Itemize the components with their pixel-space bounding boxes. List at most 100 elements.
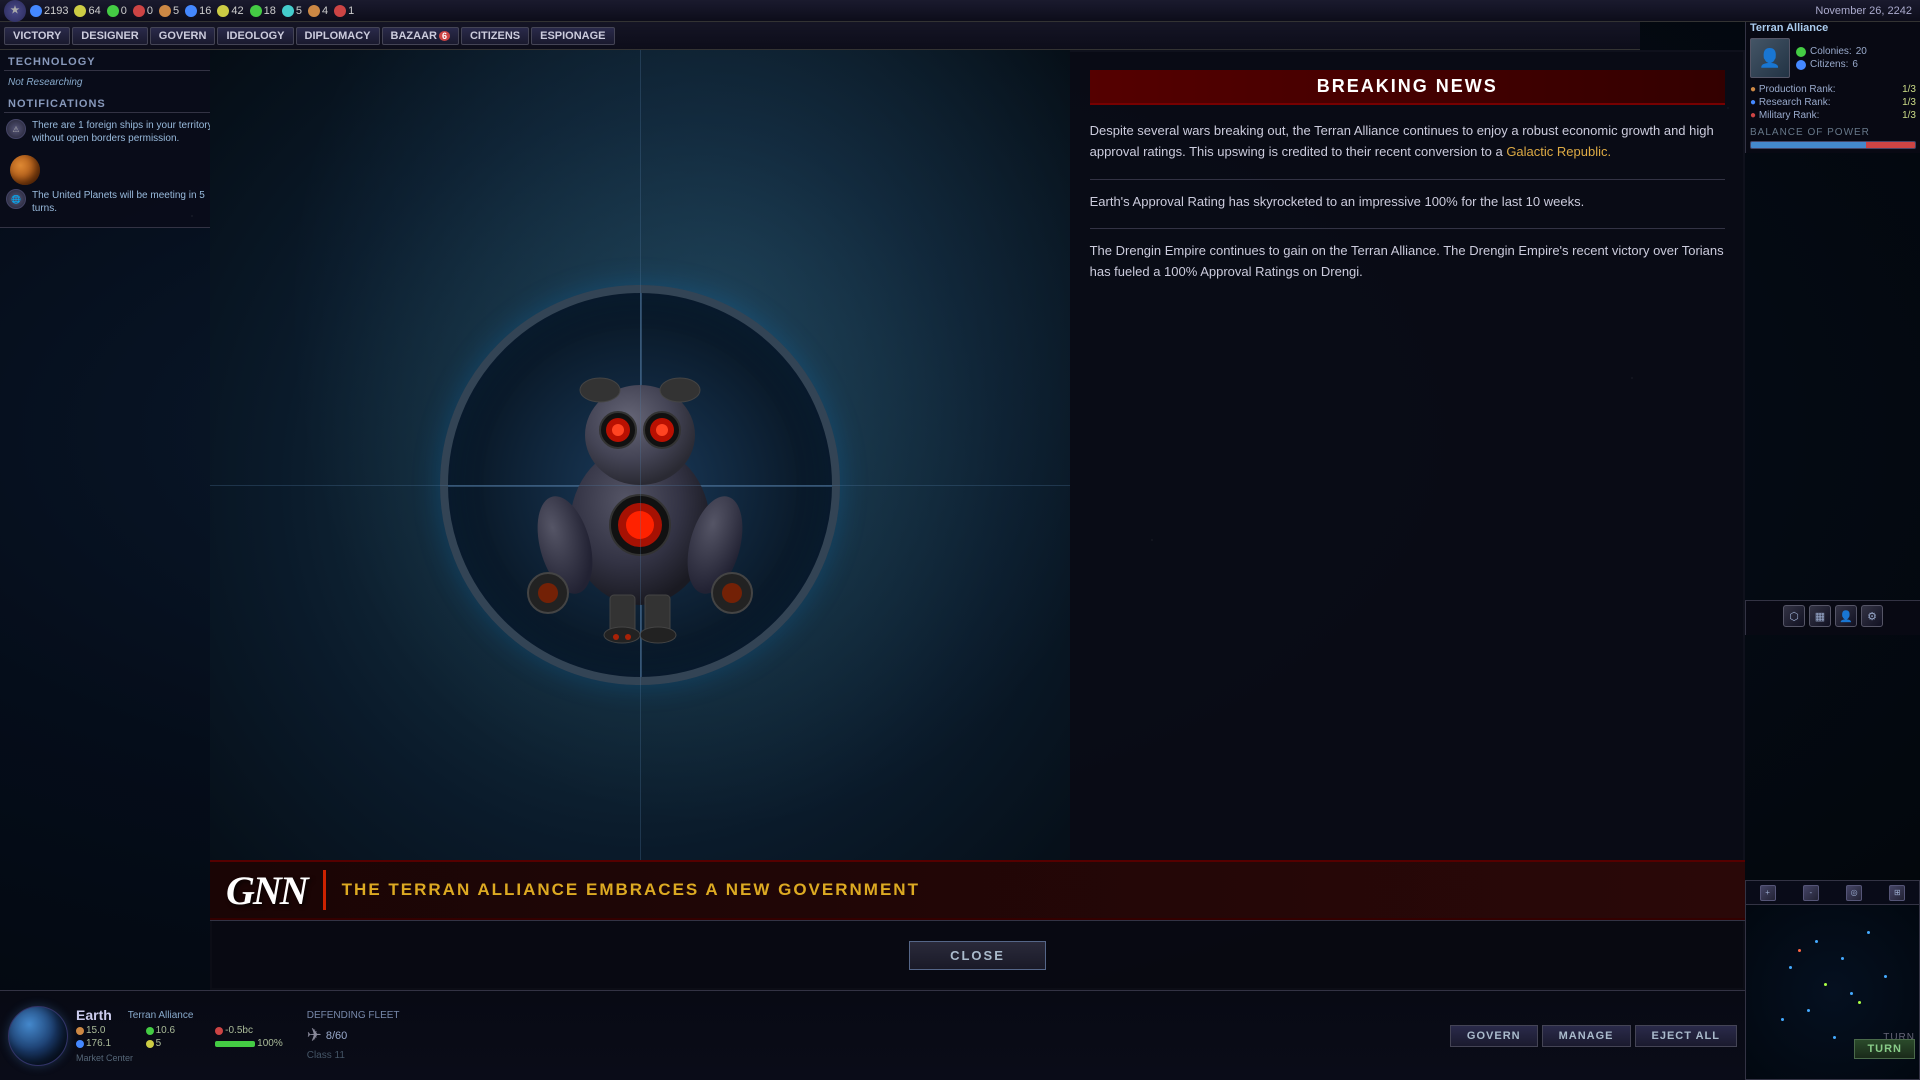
fleet-label: Defending Fleet xyxy=(307,1010,400,1021)
notif-text-2: The United Planets will be meeting in 5 … xyxy=(32,189,213,215)
production-rank-value: 1/3 xyxy=(1902,84,1916,95)
r4-icon xyxy=(159,5,171,17)
planet-details: Earth Terran Alliance 15.0 10.6 -0.5bc 1… xyxy=(76,1007,283,1064)
news-divider-2 xyxy=(1090,228,1725,229)
planet-name: Earth xyxy=(76,1007,112,1023)
resource-r6: 42 xyxy=(217,5,243,17)
hexmap-icon[interactable]: ⬡ xyxy=(1783,605,1805,627)
balance-of-power-section: Balance of Power xyxy=(1750,127,1916,149)
dialog-news-panel: Breaking News Despite several wars break… xyxy=(1070,50,1745,920)
nav-espionage[interactable]: Espionage xyxy=(531,27,614,45)
nav-victory[interactable]: Victory xyxy=(4,27,70,45)
approval-value: 100% xyxy=(257,1038,283,1049)
fleet-count: 8/60 xyxy=(326,1030,347,1042)
zoom-out-icon[interactable]: - xyxy=(1803,885,1819,901)
resource-r5: 16 xyxy=(185,5,211,17)
stat-pop: 176.1 xyxy=(76,1038,144,1049)
nav-designer[interactable]: Designer xyxy=(72,27,147,45)
minimap-toolbar: + - ◎ ⊞ xyxy=(1746,881,1919,905)
news-title: Breaking News xyxy=(1106,76,1709,97)
nav-diplomacy[interactable]: Diplomacy xyxy=(296,27,380,45)
citizens-icon xyxy=(1796,60,1806,70)
nav-govern[interactable]: Govern xyxy=(150,27,216,45)
minimap-dot-ally xyxy=(1824,983,1827,986)
production-rank-row: ● Production Rank: 1/3 xyxy=(1750,84,1916,95)
production-value: 15.0 xyxy=(86,1025,105,1036)
military-rank-row: ● Military Rank: 1/3 xyxy=(1750,110,1916,121)
civ-name: Terran Alliance xyxy=(1750,22,1916,34)
resource-credits: 2193 xyxy=(30,5,68,17)
stat-citizens: 5 xyxy=(146,1038,214,1049)
citizens-label: Citizens: xyxy=(1810,59,1848,70)
r10-icon xyxy=(334,5,346,17)
minimap-dot xyxy=(1884,975,1887,978)
robot-scene xyxy=(210,50,1070,920)
planet-globe xyxy=(8,1006,68,1066)
bazaar-badge: 6 xyxy=(439,31,450,41)
technology-section-title: Technology xyxy=(4,54,215,71)
research-icon xyxy=(146,1027,154,1035)
news-paragraph-2: Earth's Approval Rating has skyrocketed … xyxy=(1090,192,1725,213)
resource-r9: 4 xyxy=(308,5,328,17)
stat-approval: 100% xyxy=(215,1038,283,1049)
resource-r2: 0 xyxy=(107,5,127,17)
planet-faction: Terran Alliance xyxy=(128,1010,194,1021)
treasury-icon xyxy=(215,1027,223,1035)
planet-stats: 15.0 10.6 -0.5bc 176.1 5 100% xyxy=(76,1025,283,1049)
minimap: + - ◎ ⊞ Turn Turn xyxy=(1745,880,1920,1080)
colonies-stat: Colonies: 20 xyxy=(1796,46,1867,57)
nav-bar: Victory Designer Govern Ideology Diploma… xyxy=(0,22,1640,50)
gnn-headline: The Terran Alliance embraces a new gover… xyxy=(342,880,920,900)
map-icon[interactable]: ▦ xyxy=(1809,605,1831,627)
r6-icon xyxy=(217,5,229,17)
manage-button[interactable]: Manage xyxy=(1542,1025,1631,1047)
resource-r4: 5 xyxy=(159,5,179,17)
eject-all-button[interactable]: Eject All xyxy=(1635,1025,1738,1047)
expand-icon[interactable]: ⊞ xyxy=(1889,885,1905,901)
notifications-section: Notifications ⚠ There are 1 foreign ship… xyxy=(4,96,215,217)
people-icon[interactable]: 👤 xyxy=(1835,605,1857,627)
civ-stats: Colonies: 20 Citizens: 6 xyxy=(1796,46,1867,70)
production-rank-label: ● Production Rank: xyxy=(1750,84,1836,95)
dialog-close-area: Close xyxy=(210,920,1745,990)
govern-button[interactable]: Govern xyxy=(1450,1025,1538,1047)
zoom-in-icon[interactable]: + xyxy=(1760,885,1776,901)
left-sidebar: Technology Not Researching Notifications… xyxy=(0,50,220,228)
stat-treasury: -0.5bc xyxy=(215,1025,283,1036)
end-turn-button[interactable]: Turn xyxy=(1854,1039,1915,1059)
fleet-section: Defending Fleet ✈ 8/60 Class 11 xyxy=(307,1010,400,1061)
balance-bar xyxy=(1750,141,1916,149)
resource-r3: 0 xyxy=(133,5,153,17)
right-sidebar-bottom: ⬡ ▦ 👤 ⚙ xyxy=(1745,600,1920,635)
news-paragraph-1: Despite several wars breaking out, the T… xyxy=(1090,121,1725,163)
recenter-icon[interactable]: ◎ xyxy=(1846,885,1862,901)
citizens-stat: Citizens: 6 xyxy=(1796,59,1867,70)
civ-profile: 👤 Colonies: 20 Citizens: 6 xyxy=(1750,38,1916,78)
gnn-dialog: Breaking News Despite several wars break… xyxy=(210,50,1745,990)
stat-research: 10.6 xyxy=(146,1025,214,1036)
resource-r10: 1 xyxy=(334,5,354,17)
production-icon xyxy=(76,1027,84,1035)
game-logo: ★ xyxy=(4,0,26,22)
minimap-dot xyxy=(1841,957,1844,960)
minimap-dot xyxy=(1807,1009,1810,1012)
nav-ideology[interactable]: Ideology xyxy=(217,27,293,45)
market-center-label: Market Center xyxy=(76,1053,133,1063)
r3-icon xyxy=(133,5,145,17)
settings-icon[interactable]: ⚙ xyxy=(1861,605,1883,627)
right-sidebar: Summary Terran Alliance 👤 Colonies: 20 C… xyxy=(1745,0,1920,153)
close-button[interactable]: Close xyxy=(909,941,1046,970)
minimap-dot xyxy=(1781,1018,1784,1021)
colonies-icon xyxy=(1796,47,1806,57)
civ-avatar: 👤 xyxy=(1750,38,1790,78)
minimap-dot xyxy=(1850,992,1853,995)
minimap-dot-ally xyxy=(1858,1001,1861,1004)
approval-bar xyxy=(215,1041,255,1047)
notification-2[interactable]: 🌐 The United Planets will be meeting in … xyxy=(4,187,215,217)
frame-line-v xyxy=(640,50,641,920)
nav-citizens[interactable]: Citizens xyxy=(461,27,529,45)
gnn-ticker: GNN The Terran Alliance embraces a new g… xyxy=(210,860,1745,920)
nav-bazaar[interactable]: Bazaar6 xyxy=(382,27,459,45)
dialog-image-area xyxy=(210,50,1070,920)
notification-1[interactable]: ⚠ There are 1 foreign ships in your terr… xyxy=(4,117,215,147)
